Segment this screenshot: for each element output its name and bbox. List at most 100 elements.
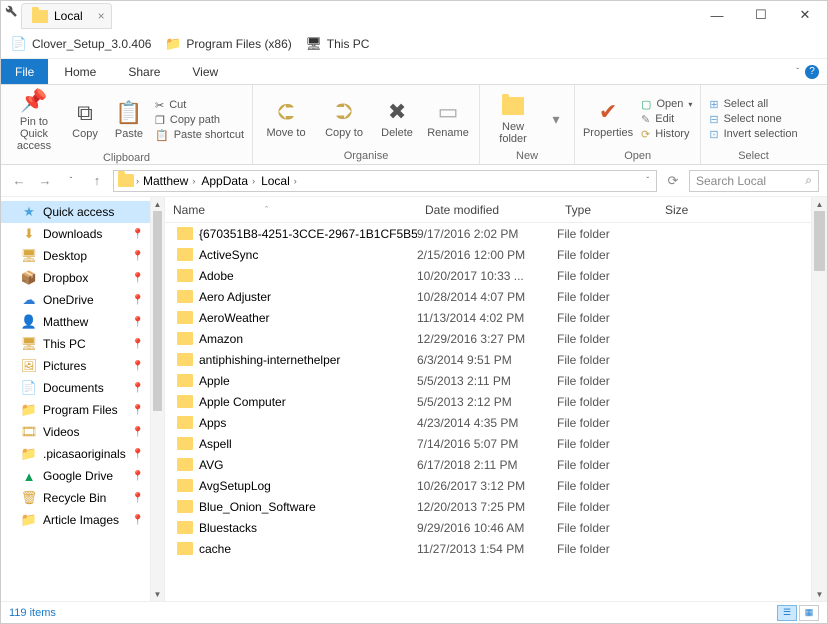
- sidebar-item[interactable]: 📁.picasaoriginals📍: [1, 443, 164, 465]
- table-row[interactable]: Apps4/23/2014 4:35 PMFile folder: [165, 412, 827, 433]
- move-to-button[interactable]: ⮈ Move to: [261, 99, 311, 139]
- select-none-button[interactable]: ⊟Select none: [709, 113, 797, 126]
- copy-button[interactable]: ⧉ Copy: [67, 100, 103, 140]
- sidebar-item[interactable]: 🖥Desktop📍: [1, 245, 164, 267]
- table-row[interactable]: Adobe10/20/2017 10:33 ...File folder: [165, 265, 827, 286]
- sidebar-item[interactable]: 📦Dropbox📍: [1, 267, 164, 289]
- help-icon[interactable]: ?: [805, 65, 819, 79]
- copy-path-button[interactable]: ❐Copy path: [155, 114, 244, 127]
- chevron-right-icon[interactable]: ›: [294, 176, 297, 186]
- column-type[interactable]: Type: [557, 203, 657, 217]
- menu-tab-home[interactable]: Home: [48, 59, 112, 84]
- pin-to-quick-access-button[interactable]: 📌 Pin to Quick access: [9, 88, 59, 152]
- breadcrumb[interactable]: › Matthew›AppData›Local› ˇ: [113, 170, 657, 192]
- up-button[interactable]: ↑: [87, 171, 107, 191]
- breadcrumb-segment[interactable]: AppData›: [199, 174, 257, 188]
- sidebar-item[interactable]: 🎞Videos📍: [1, 421, 164, 443]
- sidebar-item[interactable]: ⬇Downloads📍: [1, 223, 164, 245]
- icons-view-button[interactable]: ▦: [799, 605, 819, 621]
- table-row[interactable]: ActiveSync2/15/2016 12:00 PMFile folder: [165, 244, 827, 265]
- copy-to-button[interactable]: ⮊ Copy to: [319, 99, 369, 139]
- desktop-icon: 🖥: [21, 248, 37, 264]
- open-button[interactable]: ▢Open▾: [641, 98, 692, 111]
- table-row[interactable]: Blue_Onion_Software12/20/2013 7:25 PMFil…: [165, 496, 827, 517]
- sidebar-item[interactable]: 📁Program Files📍: [1, 399, 164, 421]
- close-tab-icon[interactable]: ×: [98, 9, 105, 23]
- back-button[interactable]: ←: [9, 171, 29, 191]
- sidebar-item[interactable]: ☁OneDrive📍: [1, 289, 164, 311]
- sidebar-item-label: Documents: [43, 381, 104, 395]
- column-date[interactable]: Date modified: [417, 203, 557, 217]
- properties-button[interactable]: ✔ Properties: [583, 99, 633, 139]
- sidebar-item[interactable]: 📁Article Images📍: [1, 509, 164, 531]
- sidebar-item[interactable]: ★Quick access: [1, 201, 164, 223]
- chevron-right-icon[interactable]: ›: [252, 176, 255, 186]
- breadcrumb-segment[interactable]: Matthew›: [141, 174, 197, 188]
- table-row[interactable]: Aero Adjuster10/28/2014 4:07 PMFile fold…: [165, 286, 827, 307]
- scrollbar-thumb[interactable]: [814, 211, 825, 271]
- shortcut-item[interactable]: 📄Clover_Setup_3.0.406: [11, 36, 151, 52]
- table-row[interactable]: antiphishing-internethelper6/3/2014 9:51…: [165, 349, 827, 370]
- table-row[interactable]: AeroWeather11/13/2014 4:02 PMFile folder: [165, 307, 827, 328]
- sidebar-item[interactable]: 🖼Pictures📍: [1, 355, 164, 377]
- sidebar-item[interactable]: 📄Documents📍: [1, 377, 164, 399]
- scroll-up-icon[interactable]: ▲: [151, 197, 164, 211]
- delete-button[interactable]: ✖ Delete: [377, 99, 417, 139]
- column-size[interactable]: Size: [657, 203, 717, 217]
- scroll-up-icon[interactable]: ▲: [812, 197, 827, 211]
- address-dropdown-icon[interactable]: ˇ: [646, 176, 649, 185]
- table-row[interactable]: {670351B8-4251-3CCE-2967-1B1CF5B5E6...9/…: [165, 223, 827, 244]
- select-all-button[interactable]: ⊞Select all: [709, 98, 797, 111]
- sidebar-item[interactable]: 👤Matthew📍: [1, 311, 164, 333]
- cut-button[interactable]: ✂Cut: [155, 99, 244, 112]
- new-folder-button[interactable]: New folder: [488, 93, 538, 145]
- sidebar-item[interactable]: ▲Google Drive📍: [1, 465, 164, 487]
- minimize-button[interactable]: —: [695, 1, 739, 29]
- ribbon-collapse-icon[interactable]: ˇ: [796, 67, 799, 76]
- sidebar-item[interactable]: 🖥This PC📍: [1, 333, 164, 355]
- scrollbar-thumb[interactable]: [153, 211, 162, 411]
- refresh-button[interactable]: ⟳: [663, 171, 683, 191]
- new-item-button[interactable]: ▾: [546, 106, 566, 132]
- details-view-button[interactable]: ☰: [777, 605, 797, 621]
- pin-icon: 📍: [132, 449, 144, 460]
- paste-shortcut-button[interactable]: 📋Paste shortcut: [155, 129, 244, 142]
- menu-tab-share[interactable]: Share: [112, 59, 176, 84]
- column-name[interactable]: Nameˆ: [165, 203, 417, 217]
- scroll-down-icon[interactable]: ▼: [151, 587, 164, 601]
- close-button[interactable]: ✕: [783, 1, 827, 29]
- group-label-select: Select: [709, 150, 797, 163]
- table-row[interactable]: Amazon12/29/2016 3:27 PMFile folder: [165, 328, 827, 349]
- maximize-button[interactable]: ☐: [739, 1, 783, 29]
- table-row[interactable]: Apple Computer5/5/2013 2:12 PMFile folde…: [165, 391, 827, 412]
- sort-indicator-icon: ˆ: [265, 205, 268, 215]
- edit-button[interactable]: ✎Edit: [641, 113, 692, 126]
- table-row[interactable]: AVG6/17/2018 2:11 PMFile folder: [165, 454, 827, 475]
- table-row[interactable]: cache11/27/2013 1:54 PMFile folder: [165, 538, 827, 559]
- browser-tab[interactable]: Local ×: [21, 3, 112, 29]
- rename-button[interactable]: ▭ Rename: [425, 99, 471, 139]
- table-row[interactable]: AvgSetupLog10/26/2017 3:12 PMFile folder: [165, 475, 827, 496]
- file-menu[interactable]: File: [1, 59, 48, 84]
- shortcut-item[interactable]: 📁Program Files (x86): [165, 36, 291, 52]
- invert-selection-button[interactable]: ⊡Invert selection: [709, 128, 797, 141]
- shortcut-item[interactable]: 🖥This PC: [306, 36, 370, 52]
- breadcrumb-segment[interactable]: Local›: [259, 174, 299, 188]
- table-row[interactable]: Aspell7/14/2016 5:07 PMFile folder: [165, 433, 827, 454]
- history-button[interactable]: ⟳History: [641, 128, 692, 141]
- column-headers: Nameˆ Date modified Type Size: [165, 197, 827, 223]
- menu-tab-view[interactable]: View: [176, 59, 234, 84]
- table-row[interactable]: Apple5/5/2013 2:11 PMFile folder: [165, 370, 827, 391]
- scroll-down-icon[interactable]: ▼: [812, 587, 827, 601]
- chevron-right-icon[interactable]: ›: [192, 176, 195, 186]
- forward-button[interactable]: →: [35, 171, 55, 191]
- search-input[interactable]: Search Local ⌕: [689, 170, 819, 192]
- file-scrollbar[interactable]: ▲ ▼: [811, 197, 827, 601]
- sidebar-scrollbar[interactable]: ▲ ▼: [150, 197, 164, 601]
- recent-locations-button[interactable]: ˇ: [61, 171, 81, 191]
- tools-icon[interactable]: [3, 3, 19, 19]
- table-row[interactable]: Bluestacks9/29/2016 10:46 AMFile folder: [165, 517, 827, 538]
- sidebar-item[interactable]: 🗑Recycle Bin📍: [1, 487, 164, 509]
- paste-button[interactable]: 📋 Paste: [111, 100, 147, 140]
- folder-icon: [177, 500, 193, 513]
